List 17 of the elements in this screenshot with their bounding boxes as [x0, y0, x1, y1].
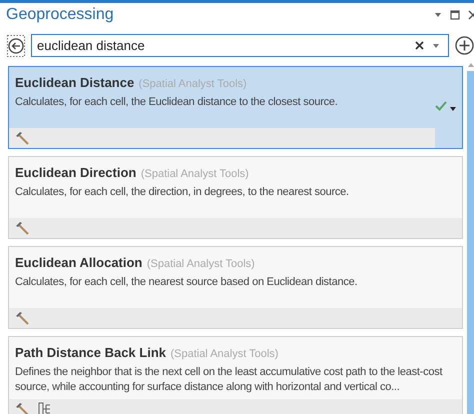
tool-name: Euclidean Distance: [15, 75, 134, 90]
tool-description: Calculates, for each cell, the Euclidean distance to the closest source.: [14, 95, 339, 110]
pane-title: Geoprocessing: [6, 6, 114, 24]
tool-name: Euclidean Allocation: [15, 255, 142, 270]
tool-description: Defines the neighbor that is the next cell on the least accumulative cost path to the least-cost source, while accounting for surface distance along with horizontal and vertical co...: [14, 365, 444, 395]
tool-name: Path Distance Back Link: [15, 345, 166, 360]
tool-card[interactable]: Euclidean Allocation (Spatial Analyst Tools) Calculates, for each cell, the nearest source based on Euclidean distance.: [8, 246, 463, 329]
tool-card[interactable]: Euclidean Distance (Spatial Analyst Tools) Calculates, for each cell, the Euclidean distance to the closest source.: [8, 66, 463, 149]
tool-category: (Spatial Analyst Tools): [140, 168, 249, 180]
tool-description: Calculates, for each cell, the direction, in degrees, to the nearest source.: [14, 185, 350, 200]
tool-name: Euclidean Direction: [15, 165, 136, 180]
tool-category: (Spatial Analyst Tools): [170, 348, 278, 360]
search-field[interactable]: euclidean distance: [31, 34, 449, 57]
tool-category: (Spatial Analyst Tools): [138, 78, 247, 90]
tool-category: (Spatial Analyst Tools): [146, 258, 255, 270]
tool-card[interactable]: Euclidean Direction (Spatial Analyst Tools) Calculates, for each cell, the direction, in degrees, to the nearest source.: [8, 156, 463, 239]
tool-description: Calculates, for each cell, the nearest source based on Euclidean distance.: [14, 275, 358, 290]
